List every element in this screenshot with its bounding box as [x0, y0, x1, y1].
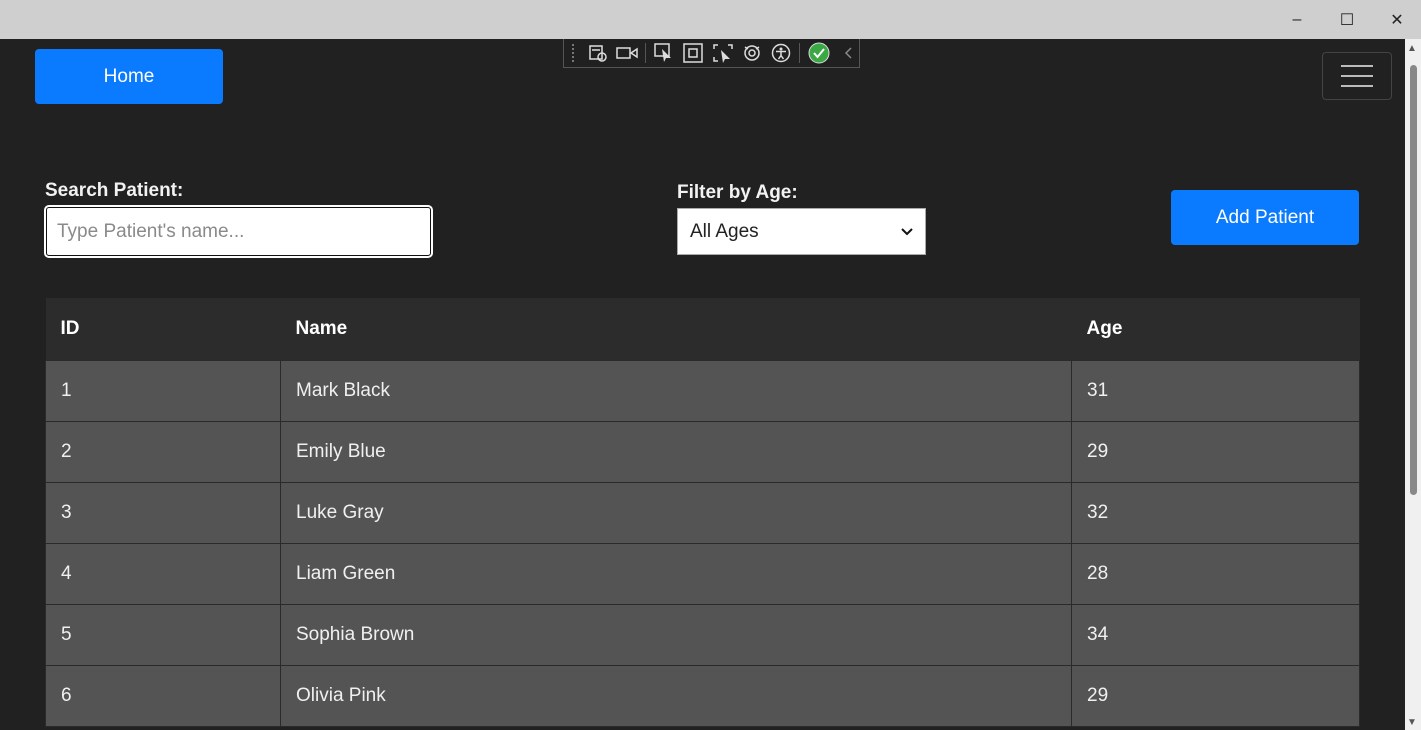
cell-id: 1	[45, 359, 281, 422]
minimize-icon: –	[1292, 10, 1302, 28]
search-input[interactable]	[44, 205, 433, 258]
age-filter-select[interactable]: All Ages	[677, 208, 926, 255]
table-header-row: ID Name Age	[45, 298, 1360, 360]
cell-id: 2	[45, 420, 281, 483]
hamburger-icon	[1341, 65, 1373, 67]
table-row[interactable]: 1 Mark Black 31	[45, 359, 1360, 422]
close-window-button[interactable]: ✕	[1372, 0, 1421, 39]
cell-id: 3	[45, 481, 281, 544]
track-focused-element-icon[interactable]	[712, 42, 734, 64]
select-element-icon[interactable]	[653, 42, 675, 64]
accessibility-checker-icon[interactable]	[770, 42, 792, 64]
close-icon: ✕	[1390, 11, 1404, 29]
menu-toggle-button[interactable]	[1322, 52, 1392, 100]
column-header-age: Age	[1071, 298, 1360, 360]
cell-name: Mark Black	[280, 359, 1072, 422]
scroll-up-icon[interactable]: ▲	[1407, 43, 1417, 54]
column-header-id: ID	[45, 298, 281, 360]
cell-age: 29	[1071, 420, 1360, 483]
add-patient-button[interactable]: Add Patient	[1171, 190, 1359, 245]
patients-table: ID Name Age 1 Mark Black 31 2 Emily Blue…	[45, 298, 1360, 727]
cell-name: Liam Green	[280, 542, 1072, 605]
cell-name: Emily Blue	[280, 420, 1072, 483]
cell-age: 34	[1071, 603, 1360, 666]
display-layout-adorners-icon[interactable]	[682, 42, 704, 64]
column-header-name: Name	[280, 298, 1072, 360]
filter-label: Filter by Age:	[677, 182, 798, 203]
toolbar-grip-handle[interactable]	[572, 44, 580, 62]
scroll-down-icon[interactable]: ▼	[1407, 717, 1417, 728]
collapse-toolbar-icon[interactable]	[837, 42, 859, 64]
cell-age: 29	[1071, 664, 1360, 727]
live-property-explorer-icon[interactable]	[587, 42, 609, 64]
table-row[interactable]: 5 Sophia Brown 34	[45, 603, 1360, 666]
maximize-button[interactable]: ☐	[1322, 0, 1372, 39]
window-title-bar: – ☐ ✕	[0, 0, 1421, 39]
table-row[interactable]: 6 Olivia Pink 29	[45, 664, 1360, 727]
scrollbar-thumb[interactable]	[1410, 65, 1417, 495]
cell-name: Sophia Brown	[280, 603, 1072, 666]
video-record-icon[interactable]	[616, 42, 638, 64]
cell-age: 28	[1071, 542, 1360, 605]
hot-reload-icon[interactable]	[741, 42, 763, 64]
search-label: Search Patient:	[45, 180, 184, 201]
cell-id: 6	[45, 664, 281, 727]
maximize-icon: ☐	[1339, 11, 1355, 29]
devtools-toolbar	[563, 39, 860, 68]
toolbar-separator	[645, 43, 647, 63]
check-status-icon[interactable]	[807, 42, 830, 64]
minimize-button[interactable]: –	[1272, 0, 1322, 39]
cell-id: 5	[45, 603, 281, 666]
table-row[interactable]: 4 Liam Green 28	[45, 542, 1360, 605]
cell-name: Olivia Pink	[280, 664, 1072, 727]
app-content: Home Search Patient: Type Patient's name…	[0, 39, 1405, 730]
vertical-scrollbar[interactable]: ▲ ▼	[1405, 39, 1421, 730]
toolbar-separator	[799, 43, 801, 63]
table-row[interactable]: 3 Luke Gray 32	[45, 481, 1360, 544]
chevron-down-icon	[901, 227, 913, 235]
table-row[interactable]: 2 Emily Blue 29	[45, 420, 1360, 483]
cell-id: 4	[45, 542, 281, 605]
cell-name: Luke Gray	[280, 481, 1072, 544]
age-filter-value: All Ages	[690, 220, 759, 242]
home-button[interactable]: Home	[35, 49, 223, 104]
cell-age: 31	[1071, 359, 1360, 422]
cell-age: 32	[1071, 481, 1360, 544]
